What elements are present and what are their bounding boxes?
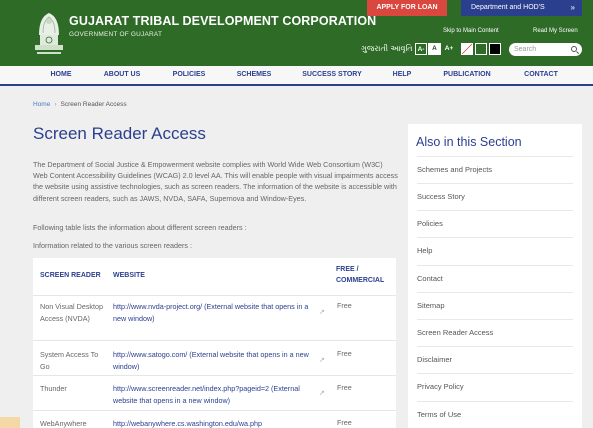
external-link-icon: ↗ [319,357,325,364]
col-header-screen-reader: SCREEN READER [40,272,101,279]
sidebar-item-disclaimer[interactable]: Disclaimer [417,355,573,364]
breadcrumb-current: Screen Reader Access [60,101,127,108]
nav-success-story[interactable]: SUCCESS STORY [302,66,362,84]
nav-policies[interactable]: POLICIES [173,66,206,84]
org-subtitle: GOVERNMENT OF GUJARAT [69,31,163,38]
divider [417,319,573,320]
main-nav: HOME ABOUT US POLICIES SCHEMES SUCCESS S… [0,66,593,86]
nav-schemes[interactable]: SCHEMES [237,66,272,84]
reader-license: Free [337,418,352,427]
page-title: Screen Reader Access [33,124,206,143]
reader-name: WebAnywhere [40,419,87,428]
contrast-controls [461,43,501,55]
table-intro-text: Following table lists the information ab… [33,223,247,232]
contrast-normal-button[interactable] [461,43,473,55]
divider [417,210,573,211]
divider [417,346,573,347]
sidebar-item-sitemap[interactable]: Sitemap [417,301,573,310]
national-emblem-icon[interactable] [33,5,65,57]
font-increase-button[interactable]: A+ [442,43,456,55]
external-link-icon: ↗ [319,309,325,316]
read-my-screen-link[interactable]: Read My Screen [533,28,578,34]
sidebar-item-help[interactable]: Help [417,246,573,255]
reader-license: Free [337,383,352,392]
sidebar-item-success-story[interactable]: Success Story [417,192,573,201]
nav-about-us[interactable]: ABOUT US [104,66,141,84]
double-chevron-down-icon: » [570,3,575,12]
reader-name: Non Visual Desktop Access (NVDA) [40,302,103,323]
apply-for-loan-button[interactable]: APPLY FOR LOAN [367,0,447,16]
nav-publication[interactable]: PUBLICATION [443,66,490,84]
department-label: Department and HOD'S [471,4,545,11]
reader-website-link[interactable]: http://webanywhere.cs.washington.edu/wa.… [113,418,313,428]
divider [417,292,573,293]
contrast-green-button[interactable] [475,43,487,55]
divider [417,401,573,402]
divider [417,183,573,184]
font-decrease-button[interactable]: A- [415,43,427,55]
search-placeholder: Search [514,46,537,53]
sidebar-item-contact[interactable]: Contact [417,274,573,283]
divider [417,373,573,374]
language-switch-link[interactable]: ગુજરાતી આવૃતિ [361,44,413,54]
screen-reader-table: SCREEN READER WEBSITE FREE / COMMERCIAL … [33,258,396,428]
table-row: System Access To Go http://www.satogo.co… [33,340,396,375]
nav-help[interactable]: HELP [393,66,412,84]
reader-website-link[interactable]: http://www.satogo.com/ (External website… [113,349,313,372]
sidebar-item-privacy-policy[interactable]: Privacy Policy [417,382,573,391]
chevron-right-icon: › [54,101,57,108]
skip-to-main-link[interactable]: Skip to Main Content [443,28,499,34]
breadcrumb: Home › Screen Reader Access [33,101,127,108]
breadcrumb-home[interactable]: Home [33,101,50,108]
divider [417,265,573,266]
sidebar-item-schemes-and-projects[interactable]: Schemes and Projects [417,165,573,174]
table-row: Thunder http://www.screenreader.net/inde… [33,375,396,410]
org-title[interactable]: GUJARAT TRIBAL DEVELOPMENT CORPORATION [69,14,376,28]
reader-website-link[interactable]: http://www.nvda-project.org/ (External w… [113,301,313,324]
search-icon[interactable] [571,46,577,52]
nav-contact[interactable]: CONTACT [524,66,558,84]
department-dropdown[interactable]: Department and HOD'S » [461,0,582,16]
site-header: GUJARAT TRIBAL DEVELOPMENT CORPORATION G… [0,0,593,66]
sidebar-title: Also in this Section [416,135,522,149]
reader-website-link[interactable]: http://www.screenreader.net/index.php?pa… [113,383,313,406]
divider [417,156,573,157]
feedback-tab[interactable] [0,417,20,428]
contrast-dark-button[interactable] [489,43,501,55]
sidebar-item-policies[interactable]: Policies [417,219,573,228]
col-header-free-commercial: FREE / COMMERCIAL [336,266,385,284]
search-input[interactable]: Search [509,43,582,56]
reader-name: System Access To Go [40,350,99,371]
intro-paragraph: The Department of Social Justice & Empow… [33,160,398,203]
reader-license: Free [337,301,352,310]
divider [417,237,573,238]
external-link-icon: ↗ [319,390,325,397]
nav-home[interactable]: HOME [51,66,72,84]
sidebar-item-terms-of-use[interactable]: Terms of Use [417,410,573,419]
info-intro-text: Information related to the various scree… [33,241,193,250]
section-sidebar: Also in this Section Schemes and Project… [408,124,582,428]
font-normal-button[interactable]: A [428,43,441,55]
table-row: WebAnywhere http://webanywhere.cs.washin… [33,410,396,428]
col-header-website: WEBSITE [113,272,145,279]
sidebar-item-screen-reader-access[interactable]: Screen Reader Access [417,328,573,337]
table-row: Non Visual Desktop Access (NVDA) http://… [33,295,396,340]
reader-license: Free [337,349,352,358]
reader-name: Thunder [40,384,67,393]
font-size-controls: A- A A+ [415,43,456,55]
